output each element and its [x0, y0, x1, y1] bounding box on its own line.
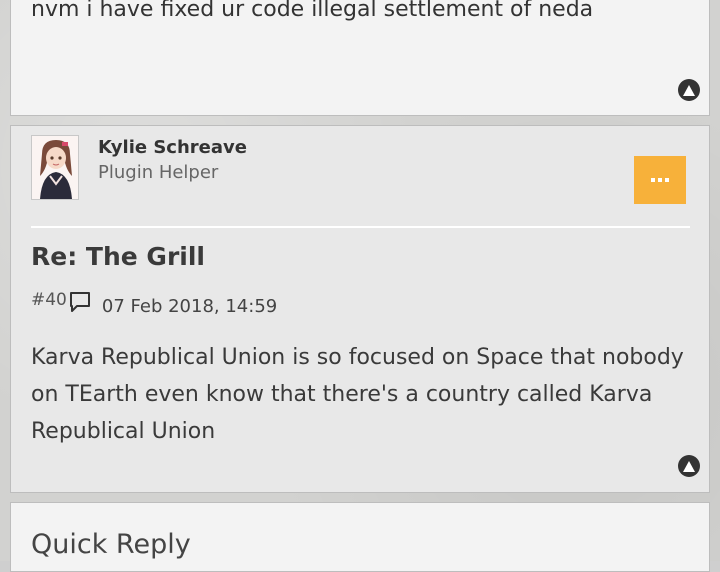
ellipsis-icon — [651, 178, 655, 182]
arrow-up-icon — [683, 84, 695, 96]
quick-reply-title: Quick Reply — [31, 529, 191, 560]
post-card: Kylie Schreave Plugin Helper Re: The Gri… — [10, 125, 710, 493]
divider — [31, 226, 690, 228]
post-number[interactable]: #40 — [31, 290, 67, 310]
author-role: Plugin Helper — [98, 162, 219, 183]
scroll-top-icon[interactable] — [678, 455, 700, 477]
post-meta: #40 07 Feb 2018, 14:59 — [31, 288, 277, 317]
ellipsis-dot — [665, 178, 669, 182]
post-title[interactable]: Re: The Grill — [31, 242, 205, 271]
quick-reply-card: Quick Reply — [10, 502, 710, 572]
post-body: Karva Republical Union is so focused on … — [31, 345, 684, 444]
ellipsis-dot — [658, 178, 662, 182]
avatar[interactable] — [31, 135, 79, 200]
previous-post-body: nvm i have fixed ur code illegal settlem… — [31, 0, 594, 22]
post-date: 07 Feb 2018, 14:59 — [101, 296, 278, 317]
author-name[interactable]: Kylie Schreave — [98, 137, 247, 158]
comment-icon — [69, 292, 90, 312]
scroll-top-icon[interactable] — [678, 79, 700, 101]
arrow-up-icon — [683, 460, 695, 472]
previous-post-card: nvm i have fixed ur code illegal settlem… — [10, 0, 710, 116]
avatar-image — [32, 136, 78, 199]
more-options-button[interactable] — [634, 156, 686, 204]
